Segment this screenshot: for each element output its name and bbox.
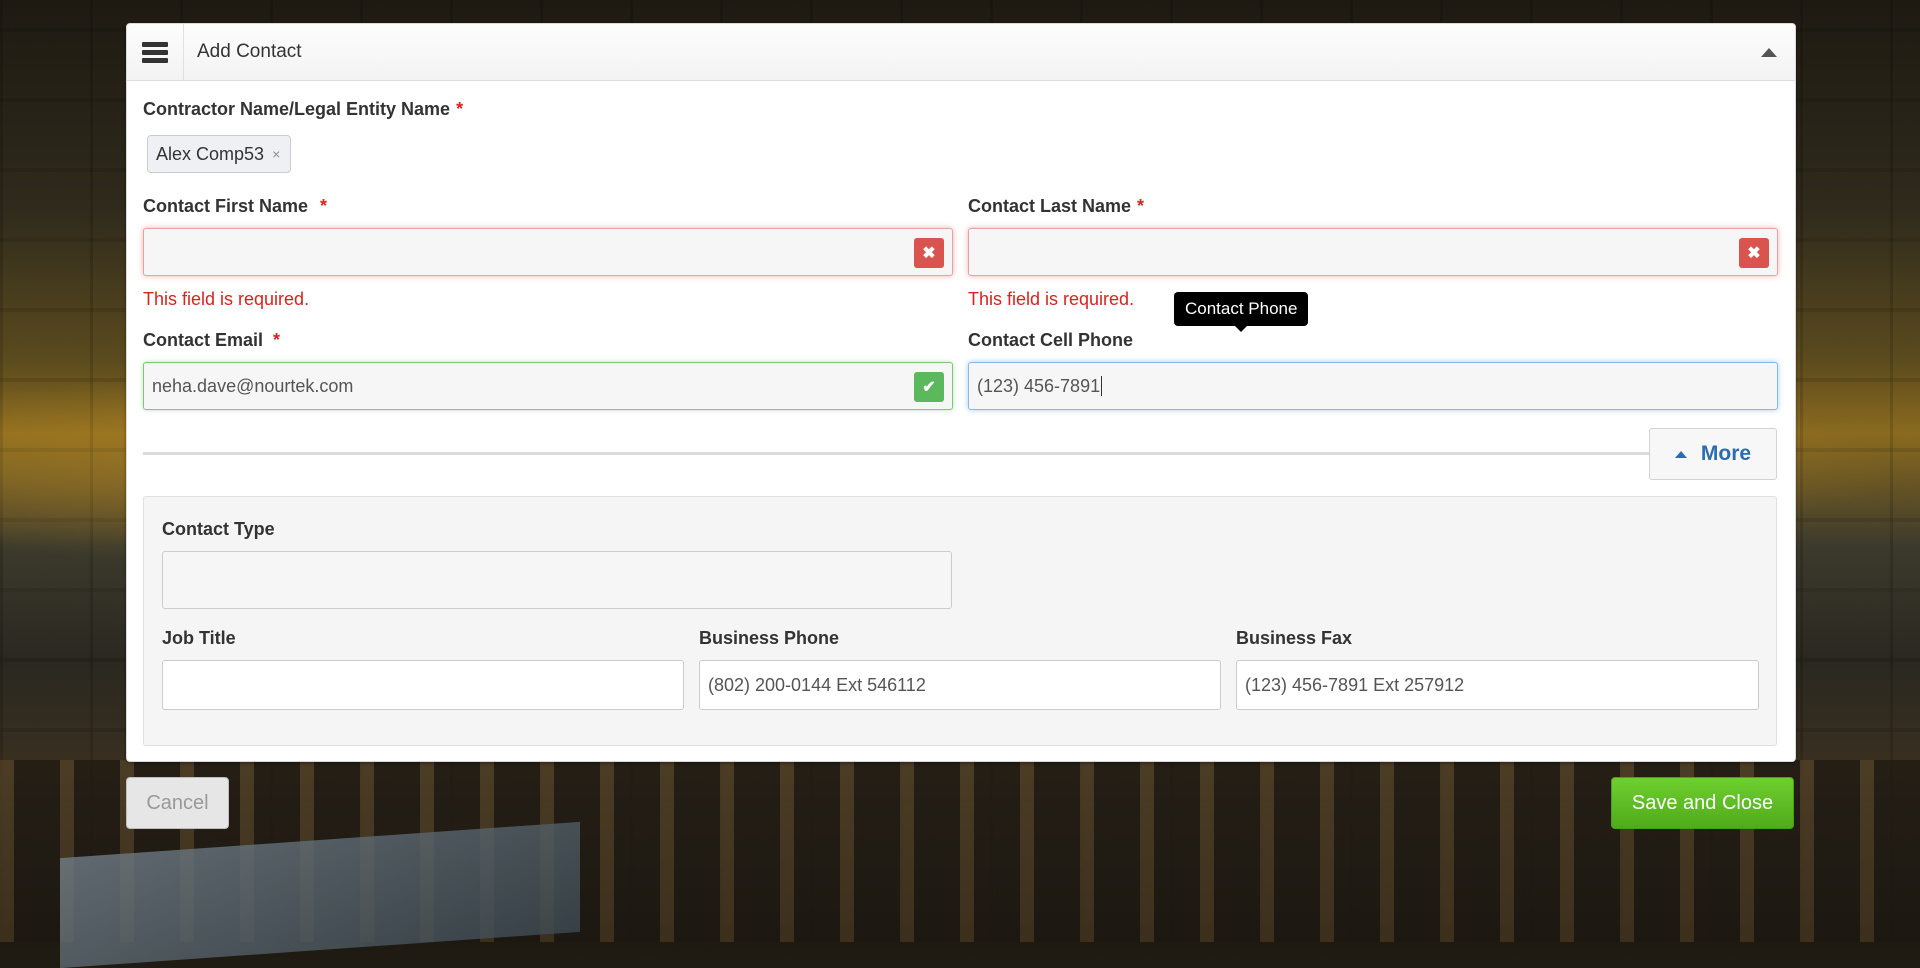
business-fax-label: Business Fax — [1236, 628, 1353, 648]
first-name-label: Contact First Name * — [143, 196, 328, 216]
contact-type-label: Contact Type — [162, 519, 275, 539]
job-title-label: Job Title — [162, 628, 236, 648]
more-toggle-button[interactable]: More — [1649, 428, 1777, 480]
cell-phone-input[interactable]: (123) 456-7891 — [968, 362, 1778, 410]
business-phone-label: Business Phone — [699, 628, 840, 648]
text-cursor — [1101, 376, 1103, 396]
add-contact-panel: Add Contact Contractor Name/Legal Entity… — [126, 23, 1796, 762]
job-title-input[interactable] — [162, 660, 684, 710]
check-icon: ✔ — [914, 372, 944, 402]
hamburger-menu-icon[interactable] — [127, 24, 184, 80]
section-divider — [143, 452, 1649, 455]
panel-title: Add Contact — [197, 41, 302, 62]
contractor-tag[interactable]: Alex Comp53 × — [147, 135, 292, 173]
required-asterisk: * — [320, 196, 328, 216]
error-x-icon: ✖ — [1739, 238, 1769, 268]
business-fax-input[interactable]: (123) 456-7891 Ext 257912 — [1236, 660, 1759, 710]
cell-phone-label: Contact Cell Phone — [968, 330, 1134, 350]
contact-type-select[interactable] — [162, 551, 952, 609]
required-asterisk: * — [456, 99, 464, 119]
more-fields-section: Contact Type Job Title Business Phone (8… — [143, 496, 1777, 746]
save-and-close-button[interactable]: Save and Close — [1611, 777, 1794, 829]
required-asterisk: * — [1137, 196, 1145, 216]
cancel-button[interactable]: Cancel — [126, 777, 229, 829]
first-name-input[interactable]: ✖ — [143, 228, 953, 276]
business-phone-input[interactable]: (802) 200-0144 Ext 546112 — [699, 660, 1221, 710]
collapse-panel-icon[interactable] — [1761, 48, 1777, 57]
contractor-name-label: Contractor Name/Legal Entity Name * — [143, 99, 464, 119]
more-button-label: More — [1700, 442, 1752, 465]
email-label: Contact Email * — [143, 330, 281, 350]
last-name-input[interactable]: ✖ — [968, 228, 1778, 276]
caret-up-icon — [1674, 450, 1687, 458]
email-input[interactable]: neha.dave@nourtek.com ✔ — [143, 362, 953, 410]
remove-tag-icon[interactable]: × — [272, 146, 280, 162]
last-name-error: This field is required. — [968, 289, 1135, 309]
contact-phone-tooltip: Contact Phone — [1174, 292, 1309, 332]
contractor-tag-label: Alex Comp53 — [156, 143, 265, 164]
first-name-error: This field is required. — [143, 289, 310, 309]
error-x-icon: ✖ — [914, 238, 944, 268]
panel-header: Add Contact — [127, 24, 1795, 81]
required-asterisk: * — [273, 330, 281, 350]
last-name-label: Contact Last Name * — [968, 196, 1145, 216]
